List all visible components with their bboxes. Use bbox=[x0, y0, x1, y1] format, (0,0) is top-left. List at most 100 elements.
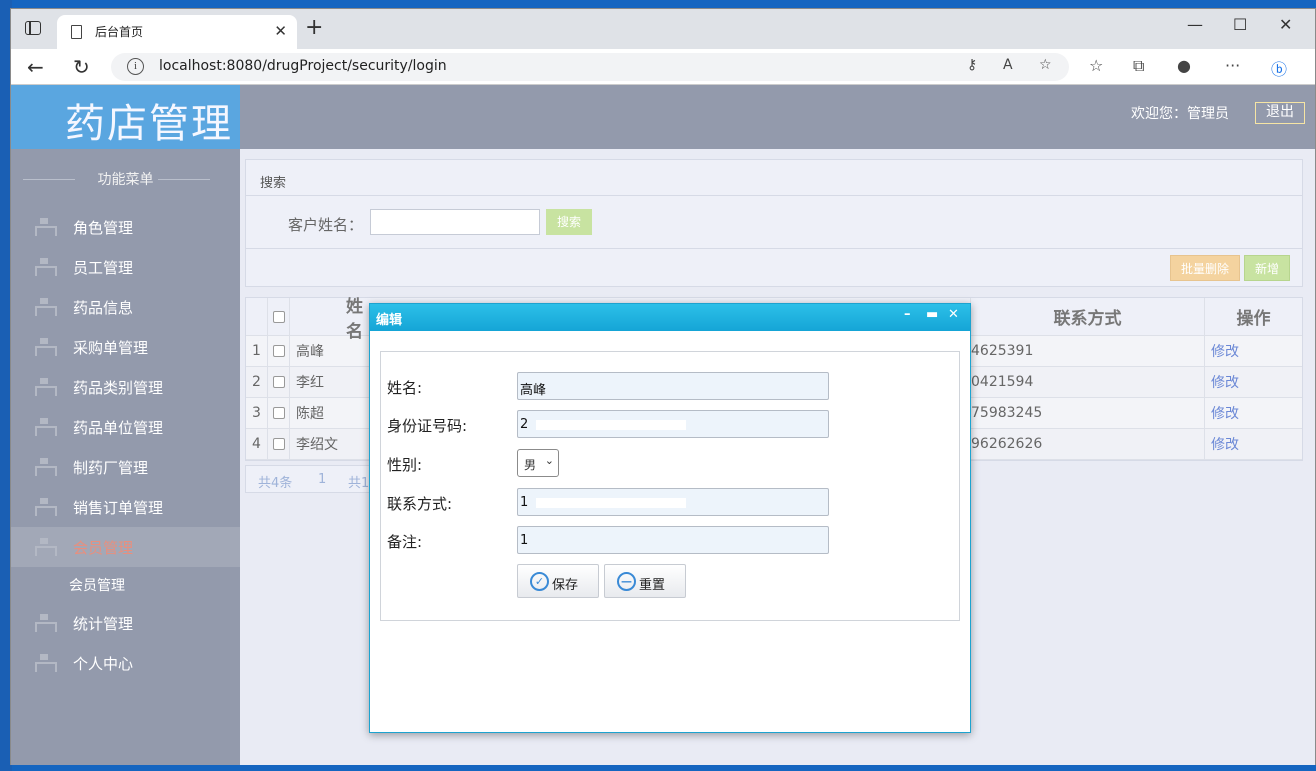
favorite-add-icon[interactable]: ☆ bbox=[1039, 57, 1052, 73]
id-number-field[interactable]: 2 bbox=[517, 410, 829, 438]
row-contact: 4625391 bbox=[970, 336, 1204, 366]
gender-label: 性别: bbox=[387, 456, 423, 474]
contact-field[interactable]: 1 bbox=[517, 488, 829, 516]
row-name: 李红 bbox=[296, 375, 324, 391]
sidebar-item-label: 制药厂管理 bbox=[73, 459, 149, 477]
edit-link[interactable]: 修改 bbox=[1204, 336, 1302, 366]
sidebar-item-factories[interactable]: 制药厂管理 bbox=[11, 447, 240, 487]
id-number-label: 身份证号码: bbox=[387, 417, 468, 435]
refresh-icon[interactable]: ↻ bbox=[73, 55, 90, 79]
row-index: 3 bbox=[246, 398, 268, 428]
customer-name-input[interactable] bbox=[370, 209, 540, 235]
table-toolbar: 批量删除 新增 bbox=[245, 249, 1303, 287]
name-field[interactable]: 高峰 bbox=[517, 372, 829, 400]
select-all-checkbox[interactable] bbox=[268, 298, 290, 335]
collections-icon[interactable]: ⧉ bbox=[1133, 56, 1144, 76]
sidebar-item-stats[interactable]: 统计管理 bbox=[11, 603, 240, 643]
id-number-value: 2 bbox=[520, 417, 529, 432]
close-tab-icon[interactable]: ✕ bbox=[274, 22, 287, 40]
row-checkbox[interactable] bbox=[268, 367, 290, 397]
sidebar-item-purchase[interactable]: 采购单管理 bbox=[11, 327, 240, 367]
search-panel: 搜索 客户姓名： 搜索 bbox=[245, 159, 1303, 249]
op-header: 操作 bbox=[1204, 298, 1302, 335]
reset-button[interactable]: — 重置 bbox=[604, 564, 686, 598]
url-field[interactable]: i localhost:8080/drugProject/security/lo… bbox=[111, 53, 1069, 81]
minimize-dialog-icon[interactable]: – bbox=[904, 307, 911, 322]
search-header: 搜索 bbox=[246, 160, 1302, 196]
total-count: 共4条 bbox=[258, 476, 293, 491]
sidebar-item-staff[interactable]: 员工管理 bbox=[11, 247, 240, 287]
edit-link[interactable]: 修改 bbox=[1204, 429, 1302, 459]
sidebar-item-label: 采购单管理 bbox=[73, 339, 149, 357]
dialog-title: 编辑 bbox=[376, 313, 403, 328]
sidebar-item-sales[interactable]: 销售订单管理 bbox=[11, 487, 240, 527]
contact-row: 联系方式: 1 bbox=[381, 488, 959, 516]
add-button[interactable]: 新增 bbox=[1244, 255, 1290, 281]
key-icon[interactable]: ⚷ bbox=[967, 57, 977, 73]
sidebar-item-profile[interactable]: 个人中心 bbox=[11, 643, 240, 683]
logout-button[interactable]: 退出 bbox=[1255, 102, 1305, 124]
customer-name-label: 客户姓名： bbox=[288, 216, 364, 234]
row-checkbox[interactable] bbox=[268, 398, 290, 428]
id-row: 身份证号码: 2 bbox=[381, 410, 959, 438]
edit-link[interactable]: 修改 bbox=[1204, 367, 1302, 397]
sidebar-item-label: 个人中心 bbox=[73, 655, 134, 673]
tab-bar: 后台首页 ✕ + — ☐ ✕ bbox=[11, 9, 1315, 49]
more-icon[interactable]: ··· bbox=[1225, 56, 1240, 75]
read-aloud-icon[interactable]: A bbox=[1003, 57, 1013, 73]
info-icon[interactable]: i bbox=[127, 58, 144, 75]
gender-select[interactable]: 男 ⌄ bbox=[517, 449, 559, 477]
row-checkbox[interactable] bbox=[268, 336, 290, 366]
batch-delete-button[interactable]: 批量删除 bbox=[1170, 255, 1240, 281]
profile-icon[interactable]: ● bbox=[1177, 56, 1191, 75]
row-name: 陈超 bbox=[296, 406, 324, 422]
sidebar-item-members[interactable]: 会员管理 bbox=[11, 527, 240, 567]
sidebar-item-units[interactable]: 药品单位管理 bbox=[11, 407, 240, 447]
save-label: 保存 bbox=[552, 578, 579, 593]
sidebar-item-label: 统计管理 bbox=[73, 615, 134, 633]
sidebar-item-label: 药品类别管理 bbox=[73, 379, 164, 397]
welcome-text: 欢迎您：管理员 bbox=[1131, 106, 1229, 122]
favorites-icon[interactable]: ☆ bbox=[1089, 56, 1103, 75]
tab-title: 后台首页 bbox=[95, 25, 144, 39]
page-number[interactable]: 1 bbox=[318, 472, 326, 487]
sitemap-icon bbox=[35, 218, 57, 236]
close-window-icon[interactable]: ✕ bbox=[1279, 15, 1292, 34]
sidebar-item-drugs[interactable]: 药品信息 bbox=[11, 287, 240, 327]
top-header: 欢迎您：管理员 退出 bbox=[240, 85, 1315, 149]
row-index: 2 bbox=[246, 367, 268, 397]
edit-link[interactable]: 修改 bbox=[1204, 398, 1302, 428]
note-field[interactable]: 1 bbox=[517, 526, 829, 554]
sitemap-icon bbox=[35, 258, 57, 276]
row-checkbox[interactable] bbox=[268, 429, 290, 459]
total-pages: 共1 bbox=[348, 476, 370, 491]
search-button[interactable]: 搜索 bbox=[546, 209, 592, 235]
url-text: localhost:8080/drugProject/security/logi… bbox=[159, 58, 447, 74]
tab-actions-icon[interactable] bbox=[25, 21, 41, 35]
name-row: 姓名: 高峰 bbox=[381, 372, 959, 400]
minimize-icon[interactable]: — bbox=[1187, 15, 1203, 34]
submenu-item-members[interactable]: 会员管理 bbox=[11, 567, 240, 603]
row-name: 高峰 bbox=[296, 344, 324, 360]
logo: 药店管理 bbox=[65, 101, 233, 147]
new-tab-icon[interactable]: + bbox=[305, 15, 323, 40]
maximize-dialog-icon[interactable]: ▬ bbox=[926, 307, 938, 322]
sidebar-item-categories[interactable]: 药品类别管理 bbox=[11, 367, 240, 407]
pagination: 共4条 1 共1 bbox=[245, 465, 375, 493]
maximize-icon[interactable]: ☐ bbox=[1233, 15, 1247, 34]
note-row: 备注: 1 bbox=[381, 526, 959, 554]
note-label: 备注: bbox=[387, 533, 423, 551]
save-button[interactable]: ✓ 保存 bbox=[517, 564, 599, 598]
sidebar-item-label: 角色管理 bbox=[73, 219, 134, 237]
browser-tab[interactable]: 后台首页 ✕ bbox=[57, 15, 297, 49]
sidebar-item-roles[interactable]: 角色管理 bbox=[11, 207, 240, 247]
row-index: 1 bbox=[246, 336, 268, 366]
menu-title: 功能菜单 bbox=[11, 169, 240, 189]
name-header: 姓名 bbox=[346, 296, 363, 342]
index-header bbox=[246, 298, 268, 335]
bing-icon[interactable]: ⓑ bbox=[1271, 56, 1287, 80]
close-dialog-icon[interactable]: ✕ bbox=[948, 307, 959, 322]
sitemap-icon bbox=[35, 458, 57, 476]
contact-value: 1 bbox=[520, 495, 529, 510]
back-icon[interactable]: ← bbox=[27, 55, 44, 79]
